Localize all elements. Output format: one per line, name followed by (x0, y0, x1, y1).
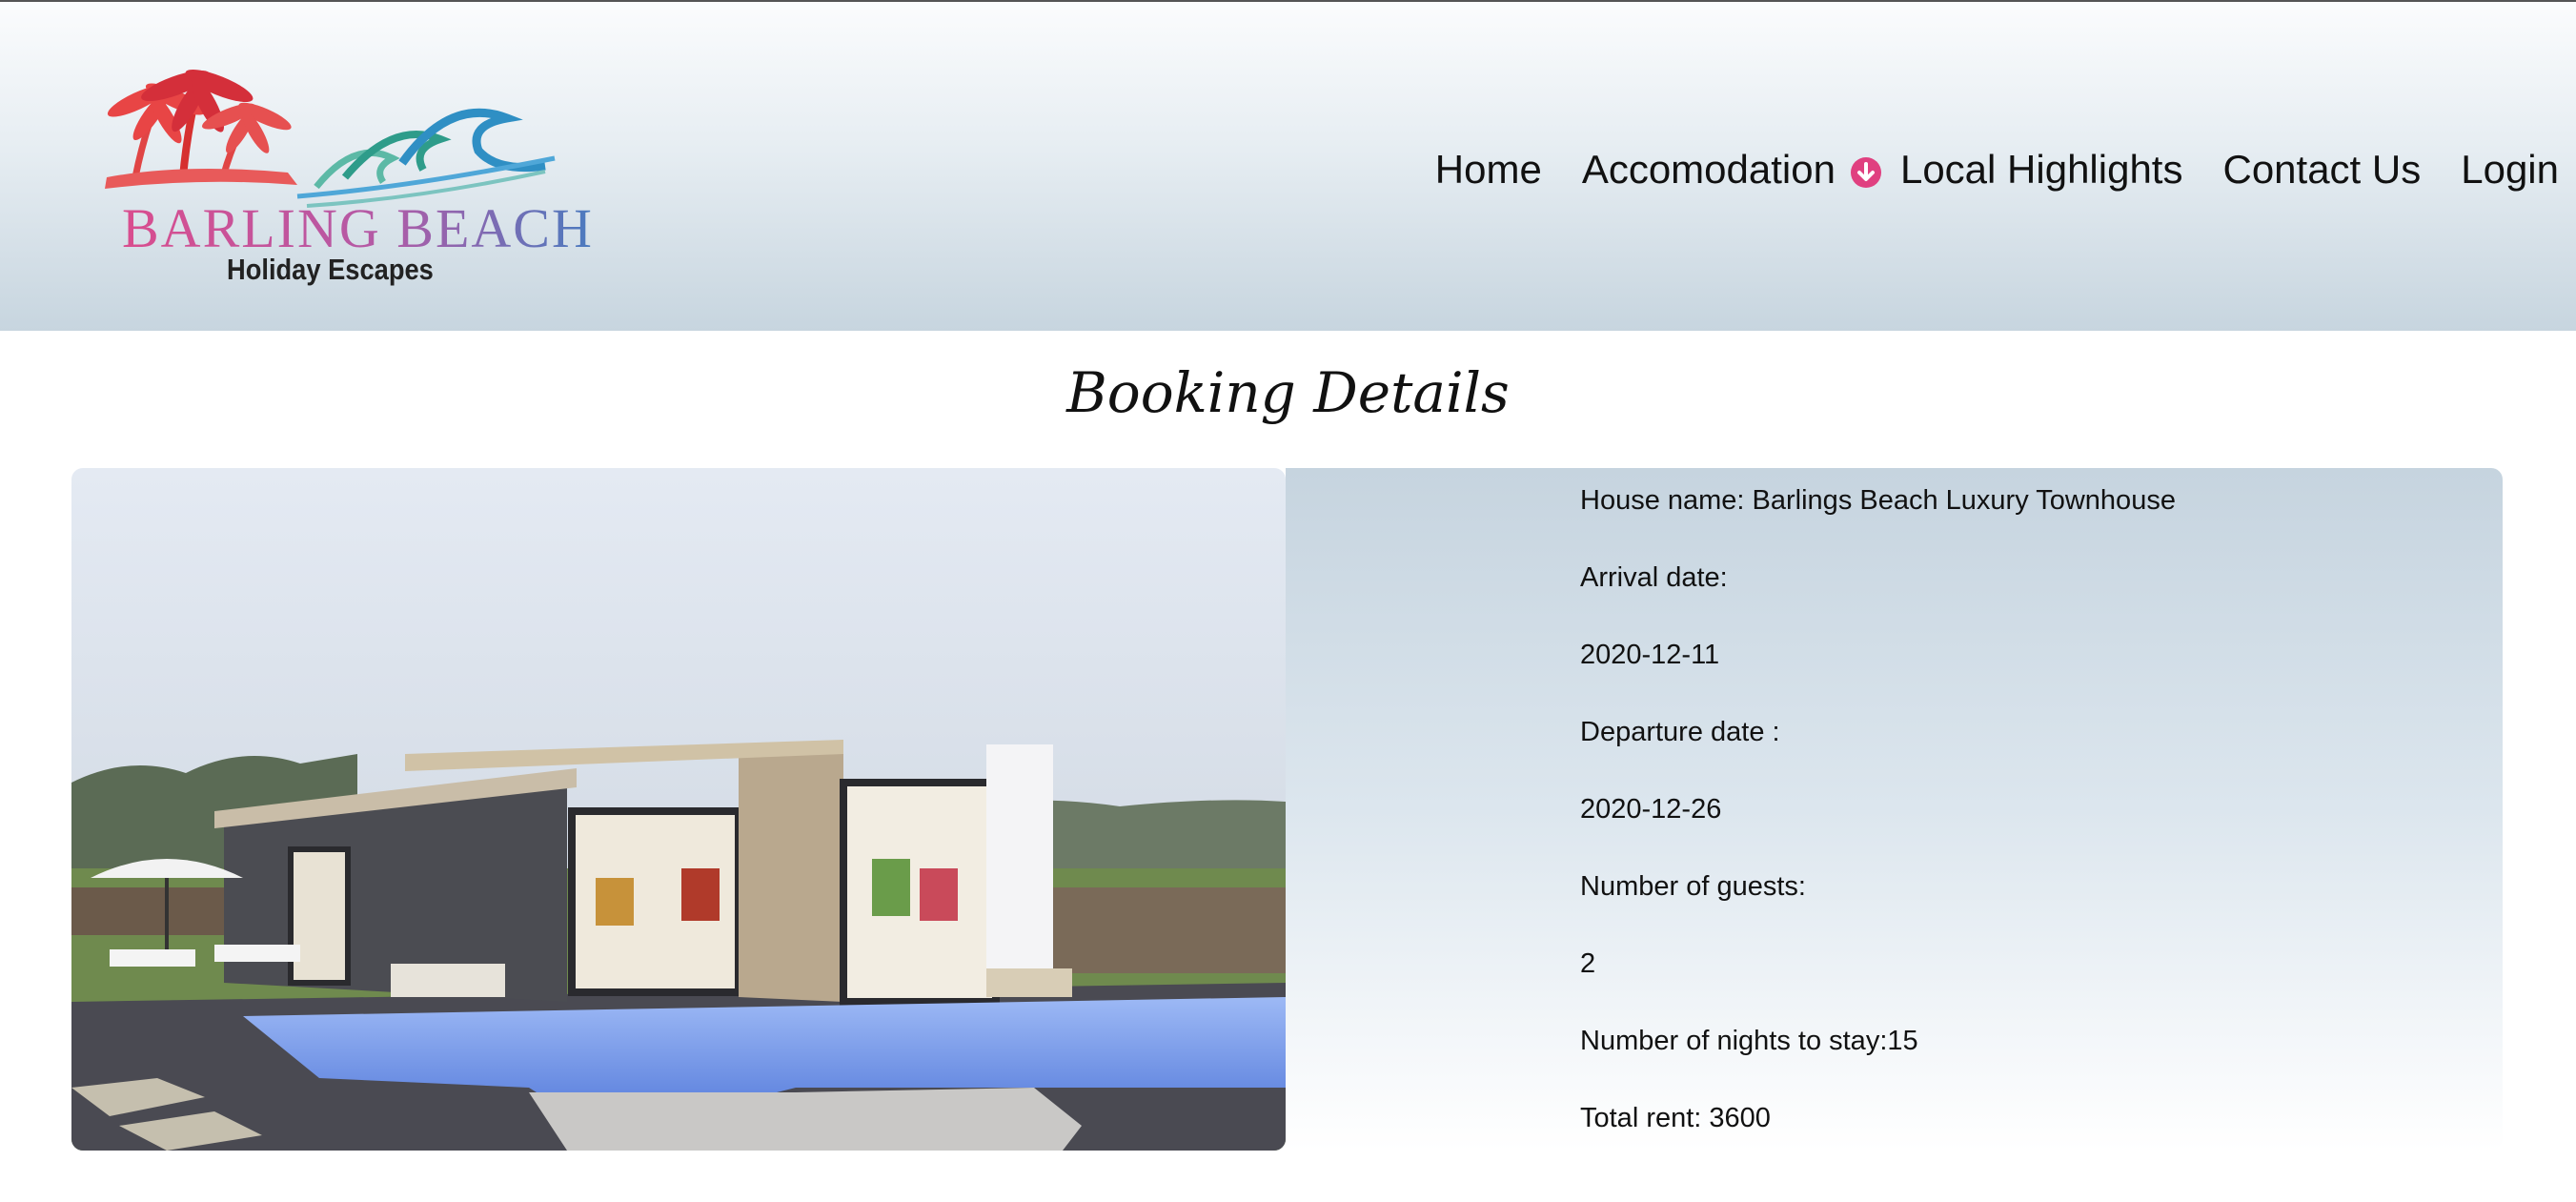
booking-details-panel: House name: Barlings Beach Luxury Townho… (1286, 468, 2503, 1151)
site-header: BARLING BEACH Holiday Escapes Home Accom… (0, 2, 2576, 331)
page-title: Booking Details (1066, 360, 1510, 425)
departure-date-value: 2020-12-26 (1580, 794, 1722, 825)
nav-accomodation-label: Accomodation (1581, 147, 1836, 192)
house-name: House name: Barlings Beach Luxury Townho… (1580, 485, 2176, 516)
arrival-date-value: 2020-12-11 (1580, 640, 1720, 670)
nav-local-highlights[interactable]: Local Highlights (1900, 147, 2183, 193)
brand-name: BARLING BEACH (122, 197, 594, 259)
total-rent: Total rent: 3600 (1580, 1103, 1771, 1133)
nav-login[interactable]: Login (2461, 147, 2559, 193)
brand-tagline: Holiday Escapes (227, 253, 434, 286)
nights-to-stay: Number of nights to stay:15 (1580, 1026, 1918, 1056)
nav-accomodation[interactable]: Accomodation (1581, 147, 1881, 193)
guests-label: Number of guests: (1580, 871, 1806, 902)
arrival-date-label: Arrival date: (1580, 562, 1728, 593)
chevron-down-circle-icon[interactable] (1850, 156, 1881, 188)
house-photo (71, 468, 1286, 1151)
guests-value: 2 (1580, 948, 1596, 979)
main-nav: Home Accomodation Local Highlights Conta… (1435, 141, 2559, 198)
nav-home[interactable]: Home (1435, 147, 1542, 193)
booking-details-list: House name: Barlings Beach Luxury Townho… (1580, 485, 2176, 1184)
departure-date-label: Departure date : (1580, 717, 1780, 747)
nav-contact-us[interactable]: Contact Us (2222, 147, 2421, 193)
